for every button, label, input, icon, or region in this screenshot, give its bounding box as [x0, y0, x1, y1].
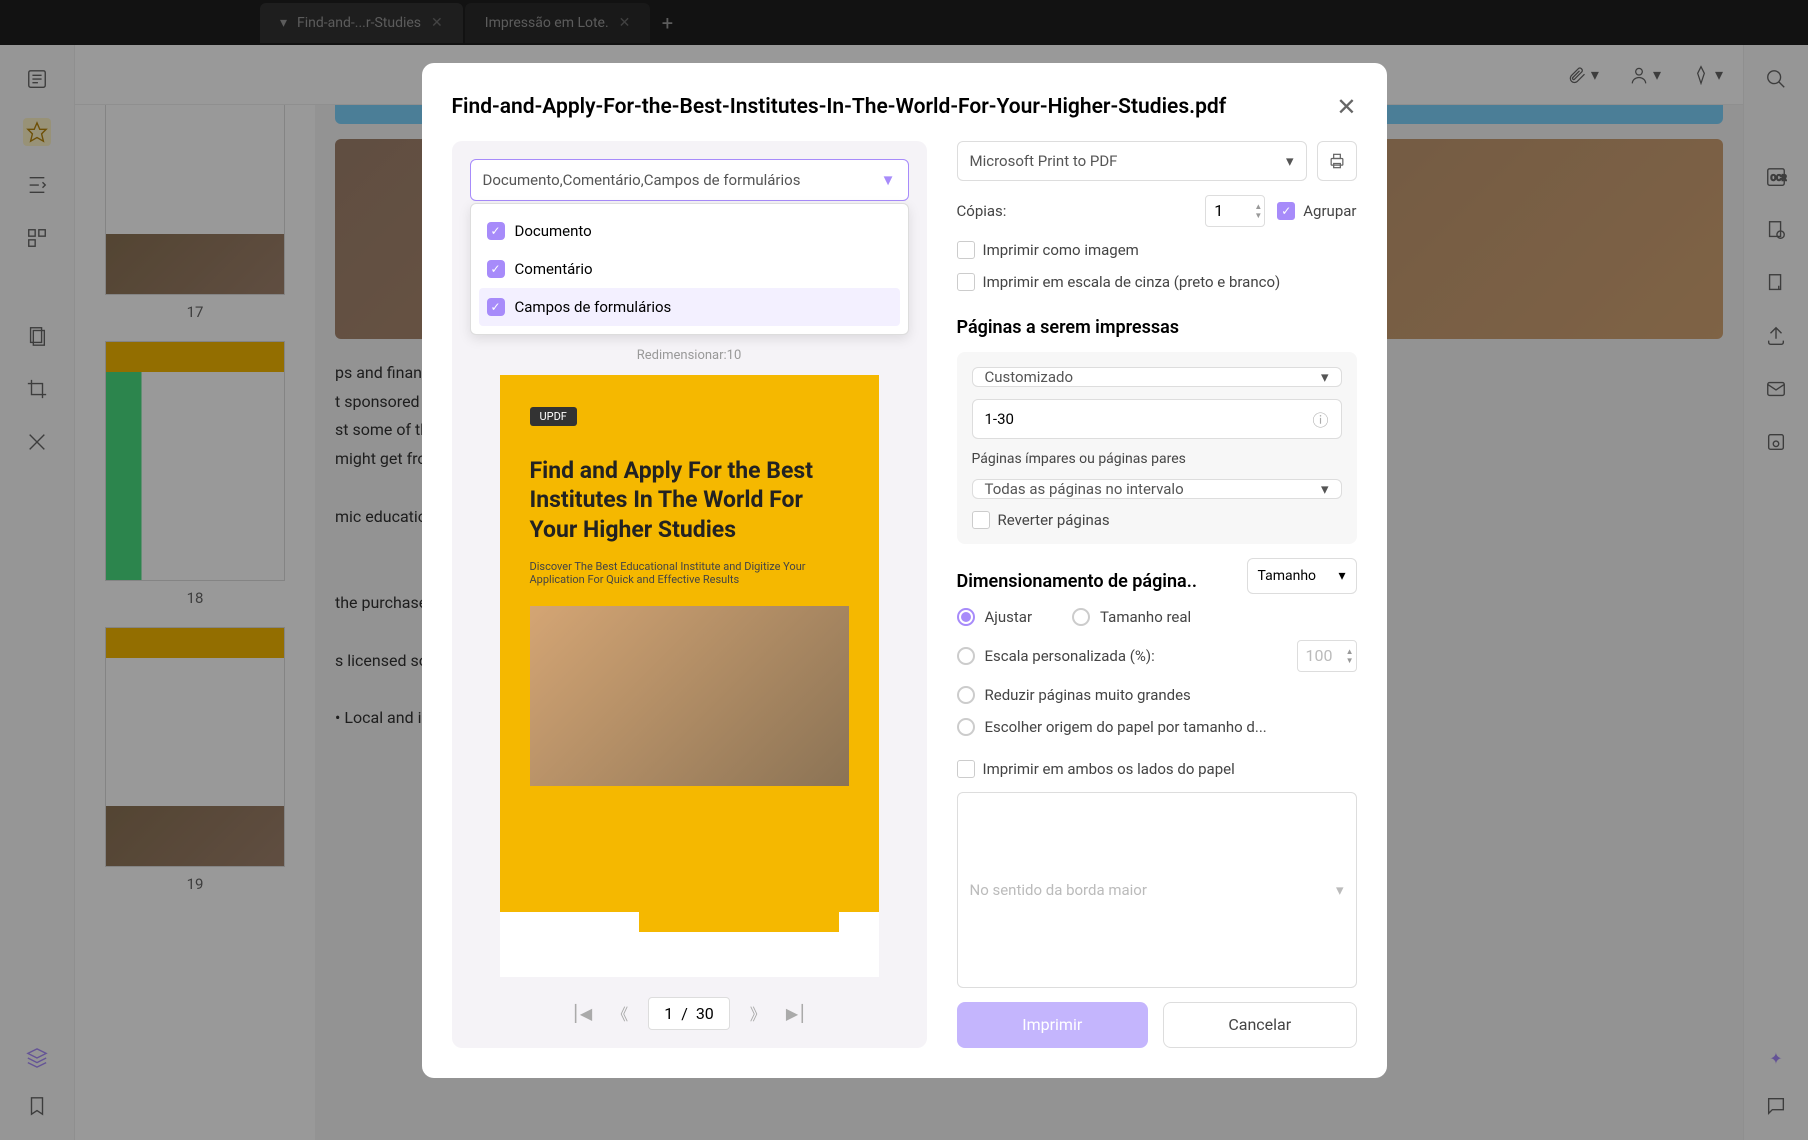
pager: ⎮◀ 《 1 / 30 》 ▶⎮: [470, 997, 909, 1030]
chevron-down-icon: ▾: [1321, 368, 1329, 386]
odd-even-label: Páginas ímpares ou páginas pares: [972, 451, 1342, 467]
spin-up-icon[interactable]: ▲: [1346, 647, 1354, 656]
actual-label: Tamanho real: [1100, 608, 1191, 626]
page-range-value: 1-30: [985, 410, 1014, 428]
chevron-down-icon: ▾: [1336, 881, 1344, 899]
custom-scale-radio[interactable]: Escala personalizada (%):: [957, 647, 1155, 665]
radio-icon: [957, 718, 975, 736]
checkbox-icon: ✓: [487, 222, 505, 240]
first-page-button[interactable]: ⎮◀: [572, 1004, 593, 1023]
grayscale-checkbox[interactable]: Imprimir em escala de cinza (preto e bra…: [957, 273, 1357, 291]
scale-spinner[interactable]: 100 ▲▼: [1297, 640, 1357, 672]
duplex-mode-select: No sentido da borda maior ▾: [957, 792, 1357, 988]
reverse-pages-checkbox[interactable]: Reverter páginas: [972, 511, 1342, 529]
pages-mode-value: Customizado: [985, 368, 1074, 386]
checkbox-icon: ✓: [487, 260, 505, 278]
preview-logo: UPDF: [530, 407, 577, 426]
help-icon[interactable]: ⓘ: [1312, 407, 1328, 431]
print-dialog: Find-and-Apply-For-the-Best-Institutes-I…: [422, 63, 1387, 1078]
grayscale-label: Imprimir em escala de cinza (preto e bra…: [983, 273, 1281, 291]
choose-source-radio[interactable]: Escolher origem do papel por tamanho d..…: [957, 718, 1357, 736]
choose-source-label: Escolher origem do papel por tamanho d..…: [985, 718, 1267, 736]
fit-label: Ajustar: [985, 608, 1033, 626]
reverse-label: Reverter páginas: [998, 511, 1110, 529]
radio-icon: [957, 686, 975, 704]
pages-mode-select[interactable]: Customizado ▾: [972, 367, 1342, 387]
modal-overlay: Find-and-Apply-For-the-Best-Institutes-I…: [0, 0, 1808, 1140]
preview-subtitle: Discover The Best Educational Institute …: [530, 560, 849, 586]
print-as-image-checkbox[interactable]: Imprimir como imagem: [957, 241, 1357, 259]
checkbox-icon: [957, 241, 975, 259]
page-separator: /: [681, 1004, 688, 1023]
checkbox-icon: ✓: [487, 298, 505, 316]
page-input[interactable]: 1 / 30: [648, 997, 730, 1030]
shrink-label: Reduzir páginas muito grandes: [985, 686, 1191, 704]
dropdown-value: Documento,Comentário,Campos de formulári…: [483, 171, 801, 189]
chevron-down-icon: ▼: [881, 171, 896, 189]
option-comment[interactable]: ✓ Comentário: [479, 250, 900, 288]
fit-radio[interactable]: Ajustar: [957, 608, 1033, 626]
option-form-fields[interactable]: ✓ Campos de formulários: [479, 288, 900, 326]
total-pages: 30: [696, 1004, 714, 1023]
collate-label: Agrupar: [1303, 202, 1356, 220]
collate-checkbox[interactable]: ✓ Agrupar: [1277, 202, 1356, 220]
odd-even-select[interactable]: Todas as páginas no intervalo ▾: [972, 479, 1342, 499]
option-label: Comentário: [515, 260, 593, 278]
shrink-radio[interactable]: Reduzir páginas muito grandes: [957, 686, 1357, 704]
radio-icon: [1072, 608, 1090, 626]
checkbox-icon: [957, 760, 975, 778]
preview-title: Find and Apply For the Best Institutes I…: [530, 456, 849, 546]
spin-up-icon[interactable]: ▲: [1254, 202, 1262, 211]
checkbox-icon: ✓: [1277, 202, 1295, 220]
preview-page: UPDF Find and Apply For the Best Institu…: [500, 375, 879, 977]
custom-scale-label: Escala personalizada (%):: [985, 647, 1155, 665]
print-button[interactable]: Imprimir: [957, 1002, 1149, 1048]
copies-spinner[interactable]: 1 ▲▼: [1205, 195, 1265, 227]
prev-page-button[interactable]: 《: [612, 1001, 628, 1025]
next-page-button[interactable]: 》: [750, 1001, 766, 1025]
option-label: Documento: [515, 222, 592, 240]
current-page: 1: [664, 1004, 673, 1023]
copies-value: 1: [1214, 201, 1223, 220]
content-dropdown[interactable]: Documento,Comentário,Campos de formulári…: [470, 159, 909, 201]
cancel-button[interactable]: Cancelar: [1163, 1002, 1357, 1048]
dialog-title: Find-and-Apply-For-the-Best-Institutes-I…: [452, 95, 1227, 119]
checkbox-icon: [957, 273, 975, 291]
resize-label: Redimensionar:10: [470, 348, 909, 363]
checkbox-icon: [972, 511, 990, 529]
last-page-button[interactable]: ▶⎮: [786, 1004, 807, 1023]
scale-value: 100: [1306, 646, 1333, 665]
actual-size-radio[interactable]: Tamanho real: [1072, 608, 1191, 626]
chevron-down-icon: ▾: [1321, 480, 1329, 498]
option-label: Campos de formulários: [515, 298, 672, 316]
pages-section-title: Páginas a serem impressas: [957, 317, 1357, 338]
close-dialog-button[interactable]: ✕: [1336, 93, 1356, 121]
preview-photo: [530, 606, 849, 786]
duplex-label: Imprimir em ambos os lados do papel: [983, 760, 1235, 778]
spin-down-icon[interactable]: ▼: [1254, 211, 1262, 220]
size-select[interactable]: Tamanho ▾: [1247, 558, 1357, 594]
settings-panel: Microsoft Print to PDF ▾ Cópias: 1 ▲▼: [957, 141, 1357, 1048]
copies-label: Cópias:: [957, 202, 1007, 220]
radio-icon: [957, 608, 975, 626]
duplex-checkbox[interactable]: Imprimir em ambos os lados do papel: [957, 760, 1357, 778]
radio-icon: [957, 647, 975, 665]
dropdown-menu: ✓ Documento ✓ Comentário ✓ Campos de for…: [470, 203, 909, 335]
scaling-section-title: Dimensionamento de página..: [957, 571, 1197, 592]
printer-properties-button[interactable]: [1317, 141, 1357, 181]
chevron-down-icon: ▾: [1286, 152, 1294, 170]
preview-panel: Documento,Comentário,Campos de formulári…: [452, 141, 927, 1048]
printer-value: Microsoft Print to PDF: [970, 152, 1118, 170]
option-document[interactable]: ✓ Documento: [479, 212, 900, 250]
printer-select[interactable]: Microsoft Print to PDF ▾: [957, 141, 1307, 181]
odd-even-value: Todas as páginas no intervalo: [985, 480, 1184, 498]
duplex-mode-value: No sentido da borda maior: [970, 881, 1147, 899]
size-value: Tamanho: [1258, 568, 1317, 584]
print-as-image-label: Imprimir como imagem: [983, 241, 1139, 259]
spin-down-icon[interactable]: ▼: [1346, 656, 1354, 665]
chevron-down-icon: ▾: [1338, 568, 1345, 584]
page-range-input[interactable]: 1-30 ⓘ: [972, 399, 1342, 439]
